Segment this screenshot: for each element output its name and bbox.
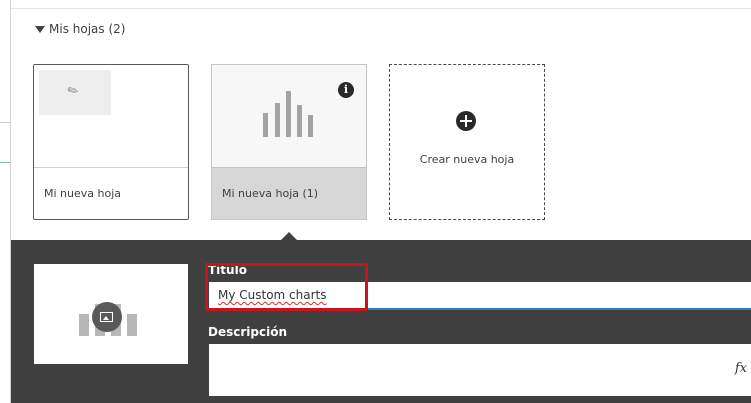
sheet-details-panel: Título My Custom charts Descripción fx [11,240,751,403]
pin-icon: ✎ [64,82,82,101]
sheet-thumbnail-editor[interactable] [34,264,188,364]
section-title: Mis hojas (2) [49,22,126,36]
edge-tick [0,162,10,163]
sheet-title: Mi nueva hoja [44,187,121,200]
create-sheet-button[interactable]: Crear nueva hoja [389,64,545,220]
info-icon[interactable]: i [338,82,354,98]
sheet-card-footer: Mi nueva hoja (1) [212,167,366,219]
bar-chart-icon [263,91,315,137]
fx-icon[interactable]: fx [735,361,747,376]
sheet-thumbnail: ✎ [39,70,111,115]
image-icon[interactable] [92,302,122,332]
sheet-card-footer: Mi nueva hoja [34,167,188,219]
sheet-card-selected[interactable]: Mi nueva hoja (1) i [211,64,367,220]
sheets-section-toggle[interactable]: Mis hojas (2) [35,22,125,36]
caret-down-icon [35,25,45,33]
plus-circle-icon [456,111,476,131]
description-input[interactable]: fx [209,344,751,396]
title-highlight-box [205,263,368,311]
top-divider [11,8,751,9]
edge-tick [0,122,10,123]
description-label: Descripción [208,325,287,339]
sheet-title: Mi nueva hoja (1) [222,187,319,200]
create-sheet-label: Crear nueva hoja [419,153,515,166]
sheet-card[interactable]: ✎ Mi nueva hoja [33,64,189,220]
